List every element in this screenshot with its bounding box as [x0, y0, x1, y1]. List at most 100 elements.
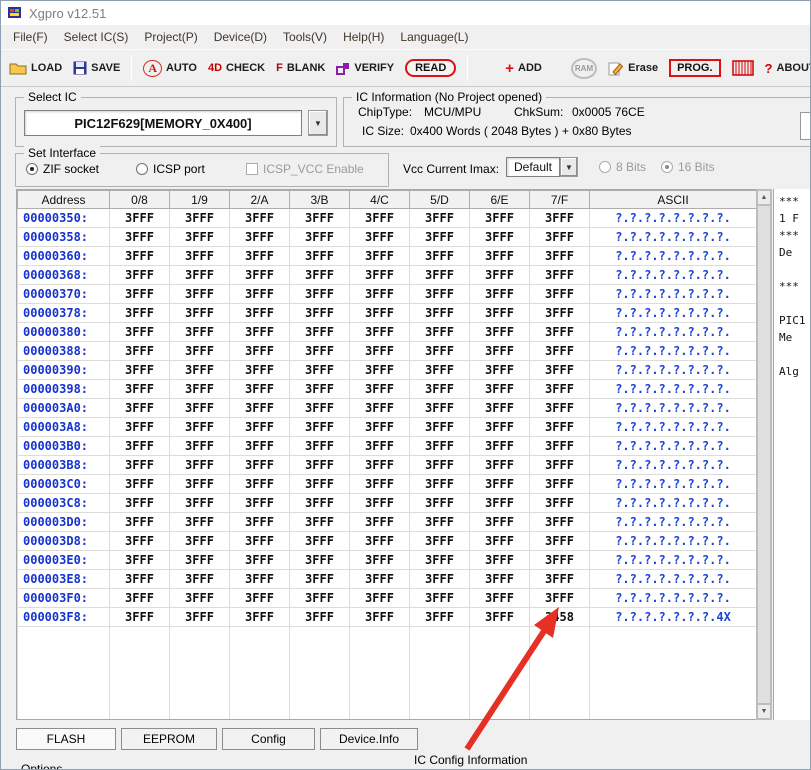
hex-cell[interactable]: 3FFF — [170, 304, 230, 323]
hex-cell[interactable]: 3FFF — [110, 285, 170, 304]
zif-socket-radio[interactable]: ZIF socket — [26, 162, 99, 176]
hex-cell[interactable]: 3FFF — [110, 456, 170, 475]
hex-cell[interactable]: 3FFF — [530, 570, 590, 589]
hex-cell[interactable]: 3FFF — [410, 456, 470, 475]
erase-button[interactable]: Erase — [608, 60, 658, 76]
menu-item-device[interactable]: Device(D) — [206, 27, 275, 47]
hex-cell[interactable]: 3FFF — [230, 551, 290, 570]
hex-cell[interactable]: 3FFF — [230, 589, 290, 608]
hex-cell[interactable]: 3FFF — [170, 285, 230, 304]
hex-cell[interactable]: 3FFF — [410, 589, 470, 608]
hex-ascii[interactable]: ?.?.?.?.?.?.?.?. — [590, 589, 757, 608]
hex-cell[interactable]: 3FFF — [530, 342, 590, 361]
hex-cell[interactable]: 3FFF — [170, 228, 230, 247]
hex-cell[interactable]: 3FFF — [530, 532, 590, 551]
hex-cell[interactable]: 3FFF — [530, 418, 590, 437]
menu-item-file[interactable]: File(F) — [5, 27, 56, 47]
hex-cell[interactable]: 3FFF — [170, 570, 230, 589]
hex-cell[interactable]: 3FFF — [290, 209, 350, 228]
hex-cell[interactable]: 3FFF — [110, 342, 170, 361]
hex-cell[interactable]: 3FFF — [530, 494, 590, 513]
bits16-radio[interactable]: 16 Bits — [661, 160, 715, 174]
hex-cell[interactable]: 3FFF — [410, 361, 470, 380]
hex-cell[interactable]: 3FFF — [410, 532, 470, 551]
chip-test-button[interactable] — [732, 60, 754, 76]
hex-cell[interactable]: 3FFF — [410, 551, 470, 570]
hex-cell[interactable]: 3FFF — [410, 266, 470, 285]
hex-vertical-scrollbar[interactable]: ▲ ▼ — [756, 189, 772, 720]
hex-cell[interactable]: 3FFF — [410, 285, 470, 304]
hex-cell[interactable]: 3FFF — [170, 608, 230, 627]
hex-cell[interactable]: 3FFF — [530, 475, 590, 494]
hex-cell[interactable]: 3FFF — [350, 361, 410, 380]
hex-cell[interactable]: 3FFF — [470, 513, 530, 532]
hex-cell[interactable]: 3FFF — [230, 456, 290, 475]
hex-cell[interactable]: 3FFF — [470, 285, 530, 304]
hex-cell[interactable]: 3FFF — [530, 266, 590, 285]
hex-cell[interactable]: 3FFF — [530, 304, 590, 323]
hex-cell[interactable]: 3FFF — [350, 323, 410, 342]
menu-item-help[interactable]: Help(H) — [335, 27, 392, 47]
hex-ascii[interactable]: ?.?.?.?.?.?.?.?. — [590, 209, 757, 228]
hex-cell[interactable]: 3FFF — [110, 570, 170, 589]
hex-cell[interactable]: 3FFF — [530, 209, 590, 228]
hex-cell[interactable]: 3FFF — [470, 399, 530, 418]
hex-cell[interactable]: 3FFF — [110, 437, 170, 456]
hex-cell[interactable]: 3FFF — [350, 551, 410, 570]
hex-cell[interactable]: 3FFF — [230, 513, 290, 532]
hex-cell[interactable]: 3FFF — [350, 228, 410, 247]
hex-cell[interactable]: 3FFF — [170, 475, 230, 494]
hex-cell[interactable]: 3FFF — [410, 475, 470, 494]
hex-ascii[interactable]: ?.?.?.?.?.?.?.?. — [590, 513, 757, 532]
hex-cell[interactable]: 3FFF — [170, 361, 230, 380]
load-button[interactable]: LOAD — [9, 61, 62, 75]
hex-cell[interactable]: 3FFF — [290, 570, 350, 589]
hex-cell[interactable]: 3FFF — [410, 209, 470, 228]
hex-cell[interactable]: 3FFF — [530, 456, 590, 475]
hex-cell[interactable]: 3FFF — [110, 475, 170, 494]
hex-cell[interactable]: 3FFF — [110, 608, 170, 627]
hex-cell[interactable]: 3FFF — [110, 532, 170, 551]
hex-cell[interactable]: 3FFF — [290, 361, 350, 380]
hex-cell[interactable]: 3FFF — [290, 266, 350, 285]
hex-cell[interactable]: 3FFF — [170, 437, 230, 456]
check-button[interactable]: 4D CHECK — [208, 62, 265, 74]
hex-cell[interactable]: 3FFF — [470, 304, 530, 323]
hex-cell[interactable]: 3FFF — [350, 532, 410, 551]
hex-cell[interactable]: 3FFF — [350, 209, 410, 228]
hex-cell[interactable]: 3FFF — [170, 266, 230, 285]
hex-cell[interactable]: 3FFF — [470, 475, 530, 494]
hex-editor[interactable]: Address0/81/92/A3/B4/C5/D6/E7/FASCII 000… — [16, 189, 756, 720]
hex-cell[interactable]: 3FFF — [290, 532, 350, 551]
ic-name-box[interactable]: PIC12F629[MEMORY_0X400] — [24, 110, 302, 136]
verify-button[interactable]: VERIFY — [336, 62, 394, 75]
hex-ascii[interactable]: ?.?.?.?.?.?.?.?. — [590, 399, 757, 418]
hex-ascii[interactable]: ?.?.?.?.?.?.?.4X — [590, 608, 757, 627]
hex-cell[interactable]: 3FFF — [470, 456, 530, 475]
hex-cell[interactable]: 3FFF — [110, 361, 170, 380]
hex-cell[interactable]: 3FFF — [470, 342, 530, 361]
hex-cell[interactable]: 3FFF — [230, 266, 290, 285]
hex-cell[interactable]: 3FFF — [470, 247, 530, 266]
hex-cell[interactable]: 3FFF — [110, 589, 170, 608]
vcc-imax-dropdown-button[interactable]: ▼ — [560, 157, 578, 177]
hex-cell[interactable]: 3FFF — [470, 570, 530, 589]
icsp-vcc-checkbox[interactable]: ICSP_VCC Enable — [246, 162, 364, 176]
hex-cell[interactable]: 3FFF — [290, 551, 350, 570]
hex-cell[interactable]: 3FFF — [110, 513, 170, 532]
tab-flash[interactable]: FLASH — [16, 728, 116, 750]
hex-cell[interactable]: 3FFF — [470, 209, 530, 228]
hex-cell[interactable]: 3FFF — [170, 513, 230, 532]
hex-ascii[interactable]: ?.?.?.?.?.?.?.?. — [590, 323, 757, 342]
hex-ascii[interactable]: ?.?.?.?.?.?.?.?. — [590, 380, 757, 399]
menu-item-language[interactable]: Language(L) — [392, 27, 476, 47]
hex-cell[interactable]: 3FFF — [230, 285, 290, 304]
hex-cell[interactable]: 3FFF — [290, 247, 350, 266]
hex-cell[interactable]: 3FFF — [530, 513, 590, 532]
hex-cell[interactable]: 3FFF — [530, 437, 590, 456]
hex-cell[interactable]: 3FFF — [350, 247, 410, 266]
ram-button[interactable]: RAM — [571, 58, 597, 79]
hex-cell[interactable]: 3FFF — [290, 475, 350, 494]
hex-ascii[interactable]: ?.?.?.?.?.?.?.?. — [590, 342, 757, 361]
hex-cell[interactable]: 3FFF — [230, 304, 290, 323]
